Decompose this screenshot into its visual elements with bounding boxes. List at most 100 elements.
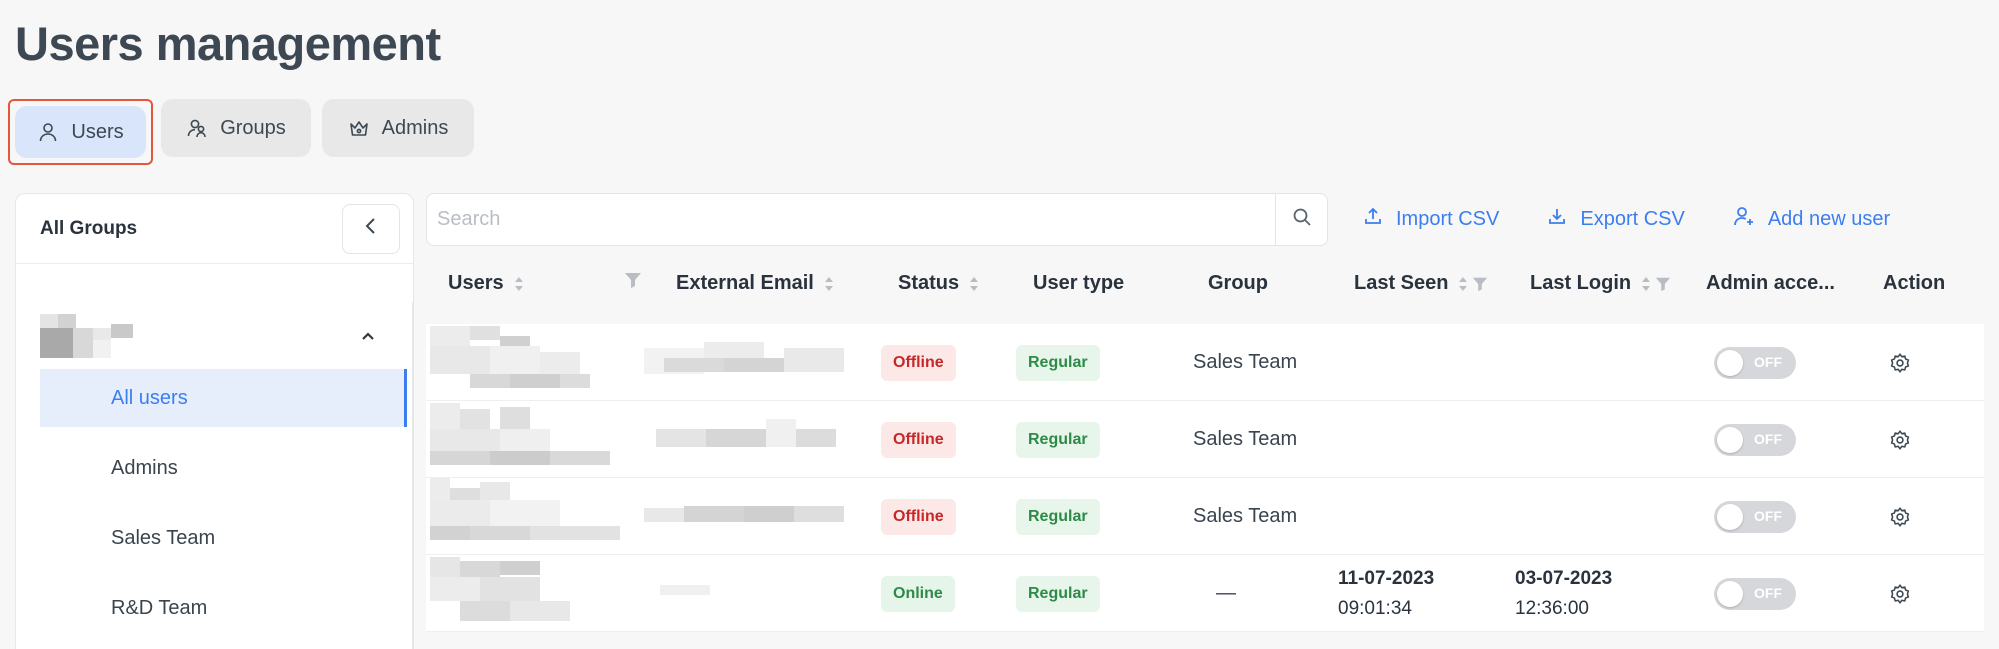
column-user-type: User type <box>1033 272 1124 295</box>
table-row[interactable]: Offline Regular Sales Team OFF <box>426 478 1984 555</box>
user-type-cell: Regular <box>1016 555 1100 632</box>
tab-admins[interactable]: Admins <box>322 99 474 157</box>
action-cell <box>1889 401 1911 478</box>
group-tree: All users Admins Sales Team R&D Team <box>40 302 407 649</box>
column-label: Action <box>1883 272 1946 294</box>
column-label: Last Login <box>1530 272 1632 294</box>
user-type-badge: Regular <box>1016 575 1100 612</box>
last-login-time: 12:36:00 <box>1515 597 1589 619</box>
sidebar-item-all-users[interactable]: All users <box>40 369 407 427</box>
column-label: User type <box>1033 272 1125 294</box>
sort-icon[interactable] <box>514 275 524 293</box>
crown-icon <box>348 117 370 139</box>
admin-access-toggle[interactable]: OFF <box>1714 346 1796 379</box>
page: Users management Users Groups Admins All… <box>0 0 1999 649</box>
user-type-cell: Regular <box>1016 324 1100 401</box>
gear-icon[interactable] <box>1889 429 1911 451</box>
gear-icon[interactable] <box>1889 583 1911 605</box>
status-cell: Offline <box>881 478 956 555</box>
toggle-knob <box>1717 349 1743 376</box>
toggle-knob <box>1717 580 1743 607</box>
sort-icon[interactable] <box>1458 275 1468 293</box>
toggle-knob <box>1717 503 1743 530</box>
chevron-up-icon[interactable] <box>360 329 376 347</box>
column-last-seen[interactable]: Last Seen <box>1354 272 1488 295</box>
tab-groups[interactable]: Groups <box>161 99 311 157</box>
toggle-label: OFF <box>1754 507 1782 524</box>
export-csv-label: Export CSV <box>1580 207 1685 230</box>
tab-users-label: Users <box>71 120 124 143</box>
column-users[interactable]: Users <box>448 272 524 295</box>
upload-icon <box>1363 206 1396 232</box>
column-group: Group <box>1208 272 1268 295</box>
table-row[interactable]: Offline Regular Sales Team OFF <box>426 401 1984 478</box>
column-last-login[interactable]: Last Login <box>1530 272 1671 295</box>
admin-access-toggle[interactable]: OFF <box>1714 423 1796 456</box>
action-cell <box>1889 555 1911 632</box>
export-csv-button[interactable]: Export CSV <box>1547 205 1685 233</box>
sidebar-item-sales-team[interactable]: Sales Team <box>40 509 407 567</box>
user-type-badge: Regular <box>1016 421 1100 458</box>
sort-icon[interactable] <box>1641 275 1651 293</box>
sidebar-item-label: All users <box>111 386 188 409</box>
sidebar-title: All Groups <box>40 217 138 239</box>
status-cell: Offline <box>881 324 956 401</box>
table-header: Users External Email Status User type Gr… <box>426 256 1984 314</box>
admin-access-toggle[interactable]: OFF <box>1714 577 1796 610</box>
admin-access-cell: OFF <box>1714 478 1796 555</box>
sidebar-item-label: R&D Team <box>111 596 208 619</box>
group-name: — <box>1216 582 1236 604</box>
status-badge: Offline <box>881 344 956 381</box>
redacted-user-name <box>430 478 630 550</box>
group-cell: Sales Team <box>1193 478 1297 555</box>
action-cell <box>1889 324 1911 401</box>
gear-icon[interactable] <box>1889 352 1911 374</box>
collapse-sidebar-button[interactable] <box>342 203 400 254</box>
admin-access-cell: OFF <box>1714 324 1796 401</box>
toggle-label: OFF <box>1754 584 1782 601</box>
action-cell <box>1889 478 1911 555</box>
filter-icon[interactable] <box>1472 276 1488 292</box>
column-admin-access: Admin acce... <box>1706 272 1835 295</box>
filter-icon <box>624 272 642 288</box>
last-seen-cell: 11-07-2023 09:01:34 <box>1338 555 1434 632</box>
column-external-email[interactable]: External Email <box>676 272 834 295</box>
import-csv-button[interactable]: Import CSV <box>1363 205 1499 233</box>
search-box <box>426 193 1328 246</box>
redacted-user-name <box>430 557 610 627</box>
user-type-badge: Regular <box>1016 498 1100 535</box>
column-status[interactable]: Status <box>898 272 979 295</box>
toggle-label: OFF <box>1754 353 1782 370</box>
search-input[interactable] <box>427 194 1275 245</box>
sort-icon[interactable] <box>824 275 834 293</box>
group-header[interactable] <box>40 302 407 369</box>
filter-icon[interactable] <box>1655 276 1671 292</box>
users-table: Users External Email Status User type Gr… <box>426 256 1984 632</box>
table-row[interactable]: Online Regular — 11-07-2023 09:01:34 03-… <box>426 555 1984 632</box>
toggle-knob <box>1717 426 1743 453</box>
status-badge: Offline <box>881 498 956 535</box>
toggle-label: OFF <box>1754 430 1782 447</box>
add-user-button[interactable]: Add new user <box>1733 205 1890 233</box>
sidebar-item-admins[interactable]: Admins <box>40 439 407 497</box>
sort-icon[interactable] <box>969 275 979 293</box>
add-user-icon <box>1733 205 1768 233</box>
tab-users-highlight: Users <box>8 99 153 165</box>
gear-icon[interactable] <box>1889 506 1911 528</box>
sidebar-item-rd-team[interactable]: R&D Team <box>40 579 407 637</box>
import-csv-label: Import CSV <box>1396 207 1500 230</box>
sidebar-item-label: Sales Team <box>111 526 216 549</box>
group-name: Sales Team <box>1193 351 1298 373</box>
last-seen-time: 09:01:34 <box>1338 597 1412 619</box>
tab-users[interactable]: Users <box>15 106 146 158</box>
last-seen-date: 11-07-2023 <box>1338 567 1435 589</box>
admin-access-toggle[interactable]: OFF <box>1714 500 1796 533</box>
page-title: Users management <box>15 17 441 70</box>
table-row[interactable]: Offline Regular Sales Team OFF <box>426 324 1984 401</box>
sidebar-divider <box>412 302 413 649</box>
last-login-cell: 03-07-2023 12:36:00 <box>1515 555 1612 632</box>
column-label: Last Seen <box>1354 272 1449 294</box>
user-type-cell: Regular <box>1016 478 1100 555</box>
search-button[interactable] <box>1275 194 1327 245</box>
column-users-filter[interactable] <box>620 272 642 288</box>
